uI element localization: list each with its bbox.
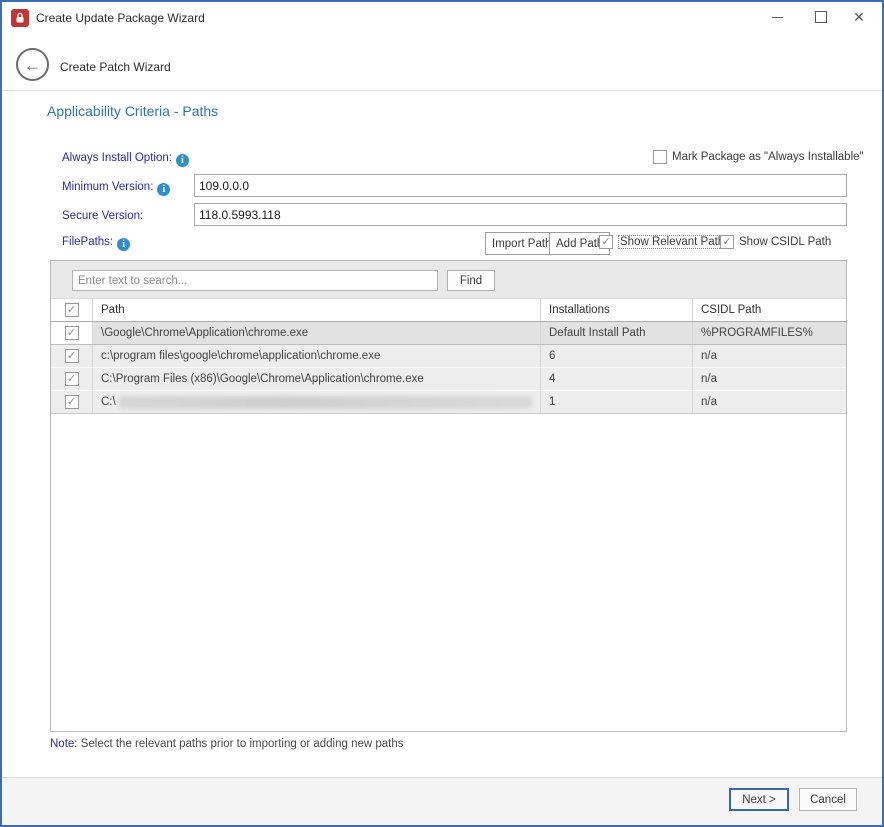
csidl-cell: n/a: [693, 391, 846, 413]
path-cell: C:\: [93, 391, 541, 413]
column-header-installations[interactable]: Installations: [541, 299, 693, 321]
note-body: Select the relevant paths prior to impor…: [78, 738, 404, 750]
lock-icon: [14, 12, 26, 24]
table-row[interactable]: ✓ c:\program files\google\chrome\applica…: [51, 345, 846, 368]
installations-cell: 4: [541, 368, 693, 390]
show-csidl-path-checkbox-row: ✓ Show CSIDL Path: [720, 235, 831, 249]
back-arrow-icon: ←: [24, 56, 42, 74]
minimum-version-label: Minimum Version: i: [62, 181, 170, 196]
installations-cell: 1: [541, 391, 693, 413]
wizard-window: Create Update Package Wizard ✕ ← Create …: [0, 0, 884, 827]
header-divider: [2, 90, 882, 91]
row-checkbox-cell: ✓: [51, 368, 93, 390]
minimize-button[interactable]: [760, 2, 794, 32]
find-button[interactable]: Find: [447, 270, 495, 291]
row-checkbox[interactable]: ✓: [65, 349, 79, 363]
page-title: Applicability Criteria - Paths: [47, 103, 218, 119]
secure-version-label: Secure Version:: [62, 210, 143, 222]
next-button[interactable]: Next >: [729, 788, 789, 811]
path-prefix: C:\: [101, 396, 116, 408]
minimum-version-input[interactable]: [194, 174, 847, 197]
header-checkbox-cell: ✓: [51, 299, 93, 321]
show-csidl-path-label: Show CSIDL Path: [739, 236, 831, 248]
always-install-label: Always Install Option: i: [62, 152, 189, 167]
always-installable-checkbox-label: Mark Package as "Always Installable": [672, 151, 864, 163]
csidl-cell: n/a: [693, 345, 846, 367]
table-row[interactable]: ✓ \Google\Chrome\Application\chrome.exe …: [51, 322, 846, 345]
row-checkbox-cell: ✓: [51, 345, 93, 367]
show-csidl-path-checkbox[interactable]: ✓: [720, 235, 734, 249]
table-header-row: ✓ Path Installations CSIDL Path: [51, 299, 846, 322]
close-icon: ✕: [853, 9, 865, 26]
maximize-icon: [815, 11, 827, 23]
info-icon[interactable]: i: [157, 183, 170, 196]
installations-cell: Default Install Path: [541, 322, 693, 344]
table-row[interactable]: ✓ C:\Program Files (x86)\Google\Chrome\A…: [51, 368, 846, 391]
path-cell: c:\program files\google\chrome\applicati…: [93, 345, 541, 367]
always-installable-checkbox[interactable]: [653, 150, 667, 164]
filepaths-groupbox: Find ✓ Path Installations CSIDL Path ✓ \…: [50, 260, 847, 732]
path-cell: C:\Program Files (x86)\Google\Chrome\App…: [93, 368, 541, 390]
row-checkbox-cell: ✓: [51, 391, 93, 413]
cancel-button[interactable]: Cancel: [799, 788, 857, 811]
app-lock-icon: [11, 9, 29, 27]
csidl-cell: n/a: [693, 368, 846, 390]
show-relevant-paths-checkbox[interactable]: ✓: [599, 235, 613, 249]
info-icon[interactable]: i: [176, 154, 189, 167]
installations-cell: 6: [541, 345, 693, 367]
csidl-cell: %PROGRAMFILES%: [693, 322, 846, 344]
row-checkbox-cell: ✓: [51, 322, 93, 344]
note-text: Note: Select the relevant paths prior to…: [50, 738, 404, 750]
filepaths-label: FilePaths: i: [62, 236, 130, 251]
filepaths-label-text: FilePaths:: [62, 236, 113, 248]
show-relevant-paths-checkbox-row: ✓ Show Relevant Paths: [599, 235, 732, 249]
window-title: Create Update Package Wizard: [36, 11, 205, 25]
secure-version-input[interactable]: [194, 203, 847, 226]
column-header-path[interactable]: Path: [93, 299, 541, 321]
select-all-checkbox[interactable]: ✓: [65, 303, 79, 317]
search-strip: Find: [51, 261, 846, 299]
maximize-button[interactable]: [804, 2, 838, 32]
path-cell: \Google\Chrome\Application\chrome.exe: [93, 322, 541, 344]
search-input[interactable]: [72, 270, 438, 291]
paths-table: ✓ Path Installations CSIDL Path ✓ \Googl…: [51, 299, 846, 414]
close-button[interactable]: ✕: [842, 2, 876, 32]
minimize-icon: [772, 17, 783, 18]
always-installable-checkbox-row: Mark Package as "Always Installable": [653, 150, 864, 164]
wizard-name-label: Create Patch Wizard: [60, 60, 171, 74]
row-checkbox[interactable]: ✓: [65, 395, 79, 409]
always-install-label-text: Always Install Option:: [62, 152, 172, 164]
back-button[interactable]: ←: [16, 48, 49, 81]
note-prefix: Note:: [50, 738, 78, 750]
row-checkbox[interactable]: ✓: [65, 326, 79, 340]
redacted-path-blur: [119, 396, 532, 409]
title-bar: Create Update Package Wizard ✕: [2, 2, 882, 34]
info-icon[interactable]: i: [117, 238, 130, 251]
column-header-csidl[interactable]: CSIDL Path: [693, 299, 846, 321]
row-checkbox[interactable]: ✓: [65, 372, 79, 386]
show-relevant-paths-label: Show Relevant Paths: [618, 235, 732, 249]
minimum-version-label-text: Minimum Version:: [62, 181, 153, 193]
table-row[interactable]: ✓ C:\ 1 n/a: [51, 391, 846, 414]
